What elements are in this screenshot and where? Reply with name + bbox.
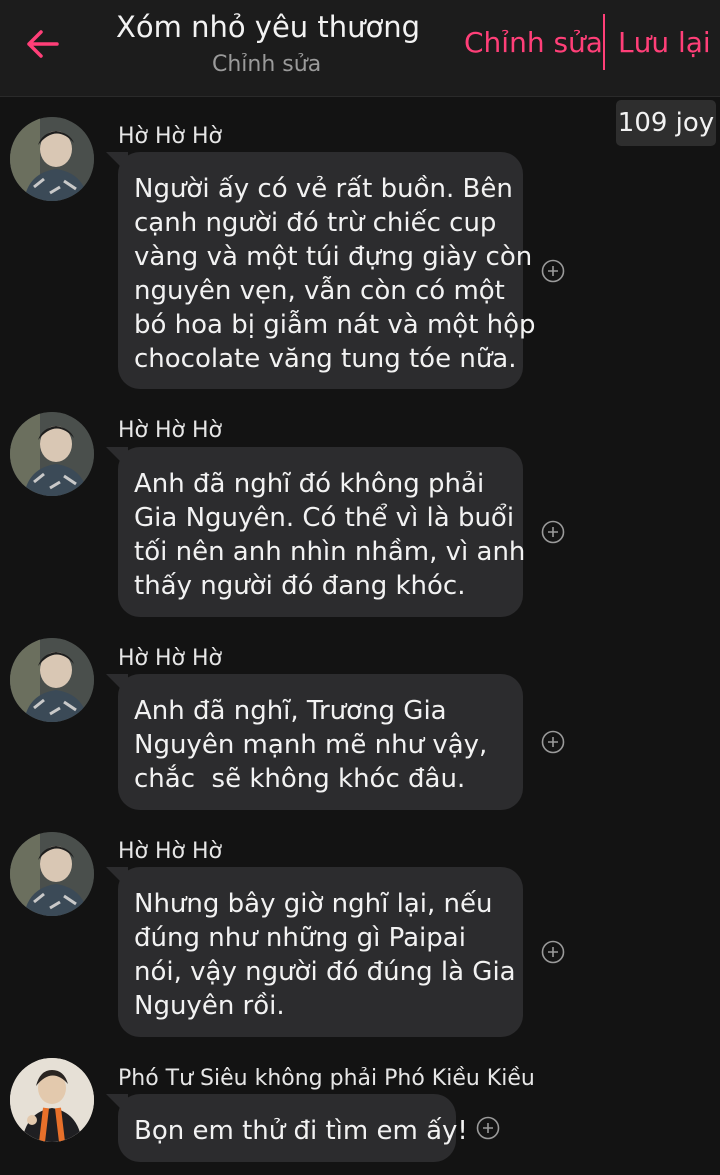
arrow-left-icon (27, 30, 59, 58)
message-line: Người ấy có vẻ rất buồn. Bên (134, 174, 513, 204)
message-line: tối nên anh nhìn nhầm, vì anh (134, 537, 526, 567)
message-bubble[interactable]: Bọn em thử đi tìm em ấy! (106, 1094, 468, 1162)
sender-name: Hờ Hờ Hờ (118, 839, 222, 864)
add-reaction-icon[interactable] (541, 940, 565, 964)
avatar-photo-icon (10, 638, 94, 722)
add-reaction-icon[interactable] (541, 520, 565, 544)
sender-name: Hờ Hờ Hờ (118, 418, 222, 443)
avatar-photo-icon (10, 832, 94, 916)
message-line: chắc sẽ không khóc đâu. (134, 764, 466, 794)
message-bubble[interactable]: Anh đã nghĩ, Trương Gia Nguyên mạnh mẽ n… (106, 674, 523, 810)
save-button[interactable]: Lưu lại (618, 26, 711, 59)
message-line: Bọn em thử đi tìm em ấy! (134, 1116, 468, 1146)
edit-button[interactable]: Chỉnh sửa (464, 26, 603, 59)
message-line: nguyên vẹn, vẫn còn có một (134, 276, 505, 306)
chat-title: Xóm nhỏ yêu thương (116, 10, 421, 44)
message-line: bó hoa bị giẫm nát và một hộp (134, 310, 536, 340)
sender-name: Hờ Hờ Hờ (118, 124, 222, 149)
avatar[interactable] (10, 412, 94, 496)
message-line: chocolate văng tung tóe nữa. (134, 344, 517, 374)
chat-subtitle: Chỉnh sửa (212, 52, 322, 77)
app-header: Xóm nhỏ yêu thương Chỉnh sửa Chỉnh sửa L… (0, 0, 720, 97)
joy-badge: 109 joy (616, 100, 716, 146)
add-reaction-icon[interactable] (476, 1116, 500, 1140)
back-button[interactable] (20, 22, 64, 66)
avatar[interactable] (10, 832, 94, 916)
avatar-photo-icon (10, 1058, 94, 1142)
add-reaction-icon[interactable] (541, 259, 565, 283)
message-line: Anh đã nghĩ, Trương Gia (134, 696, 447, 726)
sender-name: Hờ Hờ Hờ (118, 646, 222, 671)
message-line: Nguyên rồi. (134, 991, 285, 1021)
message-line: Nhưng bây giờ nghĩ lại, nếu (134, 889, 493, 919)
avatar[interactable] (10, 1058, 94, 1142)
avatar-photo-icon (10, 412, 94, 496)
message-line: Anh đã nghĩ đó không phải (134, 469, 485, 499)
message-line: Nguyên mạnh mẽ như vậy, (134, 730, 488, 760)
message-line: Gia Nguyên. Có thể vì là buổi (134, 503, 515, 533)
add-reaction-icon[interactable] (541, 730, 565, 754)
message-line: cạnh người đó trừ chiếc cup (134, 208, 497, 238)
message-bubble[interactable]: Nhưng bây giờ nghĩ lại, nếu đúng như nhữ… (106, 867, 523, 1037)
message-bubble[interactable]: Người ấy có vẻ rất buồn. Bên cạnh người … (106, 152, 536, 389)
message-line: thấy người đó đang khóc. (134, 571, 466, 601)
sender-name: Phó Tư Siêu không phải Phó Kiều Kiều (118, 1066, 535, 1091)
message-line: vàng và một túi đựng giày còn (134, 242, 533, 272)
avatar-photo-icon (10, 117, 94, 201)
message-bubble[interactable]: Anh đã nghĩ đó không phải Gia Nguyên. Có… (106, 447, 526, 617)
message-line: đúng như những gì Paipai (134, 923, 466, 953)
message-line: nói, vậy người đó đúng là Gia (134, 957, 516, 987)
avatar[interactable] (10, 117, 94, 201)
avatar[interactable] (10, 638, 94, 722)
header-divider (603, 14, 605, 70)
